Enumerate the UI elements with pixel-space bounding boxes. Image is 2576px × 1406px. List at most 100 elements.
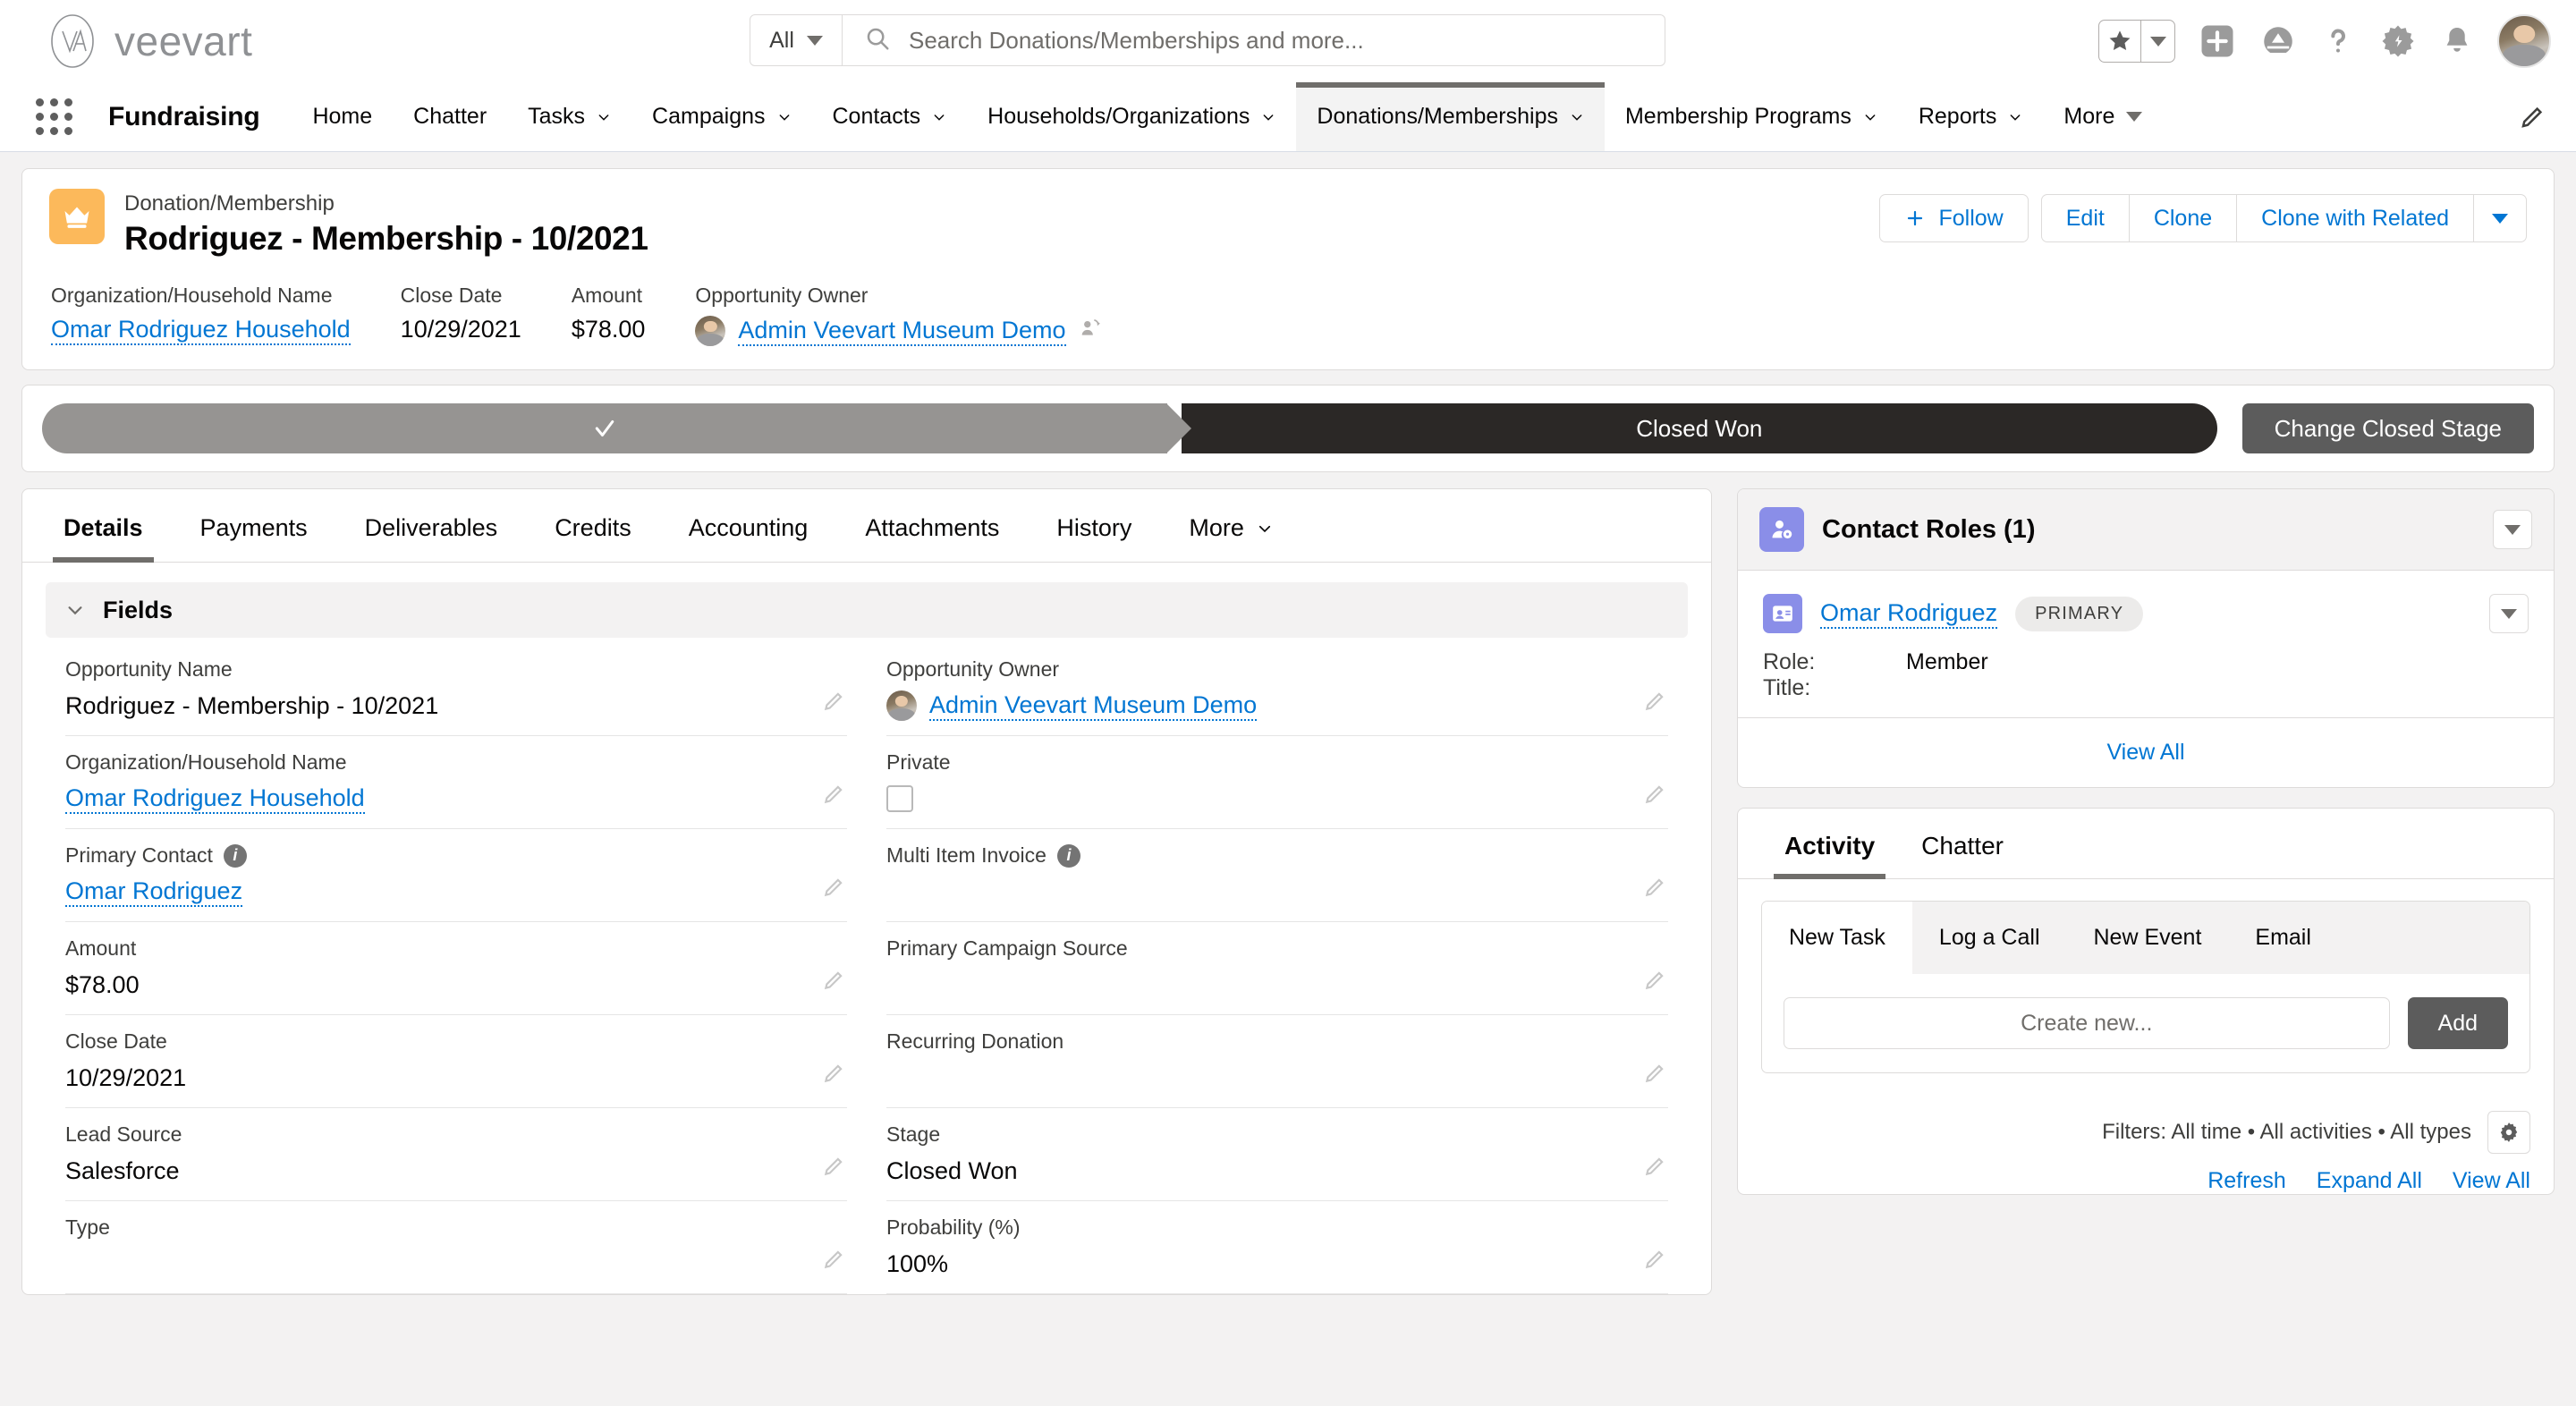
- highlight-field-label: Organization/Household Name: [51, 284, 351, 308]
- field-value-text: $78.00: [65, 971, 140, 999]
- tab-more[interactable]: More: [1160, 489, 1301, 562]
- tab-label: Details: [64, 514, 143, 542]
- avatar: [695, 316, 725, 346]
- path-step-current[interactable]: Closed Won: [1182, 403, 2217, 453]
- composer-tab-log-a-call[interactable]: Log a Call: [1912, 902, 2067, 974]
- pencil-icon[interactable]: [822, 1155, 845, 1182]
- tab-attachments[interactable]: Attachments: [836, 489, 1028, 562]
- tab-credits[interactable]: Credits: [526, 489, 660, 562]
- search-input-wrapper[interactable]: [843, 14, 1665, 66]
- pencil-icon[interactable]: [822, 969, 845, 996]
- composer-tab-new-event[interactable]: New Event: [2067, 902, 2229, 974]
- nav-item-membership-programs[interactable]: Membership Programs: [1605, 82, 1898, 151]
- tab-label: Credits: [555, 514, 631, 542]
- role-value: Member: [1906, 649, 1988, 675]
- field-value-link[interactable]: Admin Veevart Museum Demo: [929, 691, 1257, 721]
- info-icon[interactable]: i: [224, 844, 247, 868]
- favorites-caret-icon[interactable]: [2140, 21, 2174, 62]
- add-button[interactable]: Add: [2408, 997, 2508, 1049]
- nav-item-households-organizations[interactable]: Households/Organizations: [967, 82, 1296, 151]
- change-closed-stage-button[interactable]: Change Closed Stage: [2242, 403, 2534, 453]
- nav-item-more[interactable]: More: [2043, 82, 2163, 151]
- pencil-icon[interactable]: [1643, 876, 1666, 903]
- nav-item-home[interactable]: Home: [292, 82, 393, 151]
- activity-tab-activity[interactable]: Activity: [1761, 809, 1898, 878]
- pencil-icon[interactable]: [1643, 1062, 1666, 1089]
- app-launcher-waffle-icon[interactable]: [36, 82, 89, 151]
- composer-tab-new-task[interactable]: New Task: [1762, 902, 1912, 974]
- contact-role-name-link[interactable]: Omar Rodriguez: [1820, 599, 1997, 629]
- activity-footer-link[interactable]: Expand All: [2317, 1168, 2422, 1194]
- field-label: Primary Contacti: [65, 843, 847, 868]
- field-row: Probability (%)100%: [886, 1201, 1668, 1294]
- tab-label: Payments: [200, 514, 308, 542]
- info-icon[interactable]: i: [1057, 844, 1080, 868]
- tab-details[interactable]: Details: [35, 489, 172, 562]
- fields-section-header[interactable]: Fields: [46, 582, 1688, 638]
- create-new-input[interactable]: Create new...: [1784, 997, 2390, 1049]
- contact-role-row-menu-button[interactable]: [2489, 594, 2529, 633]
- tab-history[interactable]: History: [1028, 489, 1160, 562]
- tab-accounting[interactable]: Accounting: [660, 489, 837, 562]
- contact-roles-view-all-link[interactable]: View All: [1738, 717, 2554, 787]
- field-row: Type: [65, 1201, 847, 1294]
- highlight-field-link[interactable]: Admin Veevart Museum Demo: [738, 317, 1065, 346]
- field-label: Stage: [886, 1122, 1668, 1147]
- pencil-icon[interactable]: [1643, 1155, 1666, 1182]
- clone-button[interactable]: Clone: [2130, 194, 2237, 242]
- search-input[interactable]: [909, 27, 1643, 55]
- pencil-icon[interactable]: [822, 690, 845, 717]
- details-body: Fields Opportunity NameRodriguez - Membe…: [22, 563, 1711, 1294]
- pencil-icon[interactable]: [822, 1248, 845, 1275]
- tab-label: Attachments: [865, 514, 999, 542]
- brand-logo[interactable]: veevart: [43, 12, 252, 71]
- help-icon[interactable]: [2320, 23, 2356, 59]
- clone-with-related-button[interactable]: Clone with Related: [2237, 194, 2474, 242]
- field-row: Opportunity Owner Admin Veevart Museum De…: [886, 643, 1668, 736]
- nav-item-tasks[interactable]: Tasks: [507, 82, 631, 151]
- path-step-completed[interactable]: [42, 403, 1167, 453]
- nav-item-donations-memberships[interactable]: Donations/Memberships: [1296, 82, 1605, 151]
- nav-item-campaigns[interactable]: Campaigns: [631, 82, 811, 151]
- contact-roles-menu-button[interactable]: [2493, 510, 2532, 549]
- pencil-icon[interactable]: [1643, 690, 1666, 717]
- highlight-field-link[interactable]: Omar Rodriguez Household: [51, 316, 351, 345]
- brand-name: veevart: [114, 17, 252, 65]
- pencil-icon[interactable]: [1643, 783, 1666, 810]
- activity-footer-link[interactable]: View All: [2453, 1168, 2530, 1194]
- pencil-icon[interactable]: [822, 1062, 845, 1089]
- change-owner-icon[interactable]: [1079, 317, 1102, 346]
- field-value: Rodriguez - Membership - 10/2021: [65, 690, 847, 721]
- private-checkbox[interactable]: [886, 785, 913, 812]
- pencil-icon[interactable]: [822, 876, 845, 903]
- activity-tab-chatter[interactable]: Chatter: [1898, 809, 2027, 878]
- search-scope-select[interactable]: All: [750, 14, 843, 66]
- pencil-icon[interactable]: [1643, 1248, 1666, 1275]
- nav-item-contacts[interactable]: Contacts: [812, 82, 968, 151]
- composer-tab-email[interactable]: Email: [2228, 902, 2338, 974]
- edit-button[interactable]: Edit: [2041, 194, 2130, 242]
- pencil-icon[interactable]: [822, 783, 845, 810]
- gear-icon[interactable]: [2487, 1111, 2530, 1154]
- record-more-actions-button[interactable]: [2474, 194, 2527, 242]
- field-label: Opportunity Owner: [886, 657, 1668, 682]
- activity-footer-link[interactable]: Refresh: [2207, 1168, 2286, 1194]
- setup-gear-icon[interactable]: [2379, 22, 2417, 60]
- nav-item-chatter[interactable]: Chatter: [393, 82, 507, 151]
- trailhead-icon[interactable]: [2259, 22, 2297, 60]
- header-icon-group: [2098, 0, 2551, 82]
- pencil-icon[interactable]: [1643, 969, 1666, 996]
- nav-edit-pencil-icon[interactable]: [2519, 82, 2546, 152]
- follow-button[interactable]: Follow: [1879, 194, 2028, 242]
- field-value-link[interactable]: Omar Rodriguez Household: [65, 784, 365, 814]
- nav-item-reports[interactable]: Reports: [1898, 82, 2044, 151]
- favorites-star-icon[interactable]: [2099, 21, 2140, 62]
- fields-column-right: Opportunity Owner Admin Veevart Museum De…: [867, 643, 1688, 1294]
- global-actions-plus-icon[interactable]: [2199, 22, 2236, 60]
- field-value-link[interactable]: Omar Rodriguez: [65, 877, 242, 907]
- tab-deliverables[interactable]: Deliverables: [336, 489, 527, 562]
- tab-payments[interactable]: Payments: [172, 489, 336, 562]
- favorites-group[interactable]: [2098, 20, 2175, 63]
- user-avatar[interactable]: [2497, 14, 2551, 68]
- notifications-bell-icon[interactable]: [2440, 24, 2474, 58]
